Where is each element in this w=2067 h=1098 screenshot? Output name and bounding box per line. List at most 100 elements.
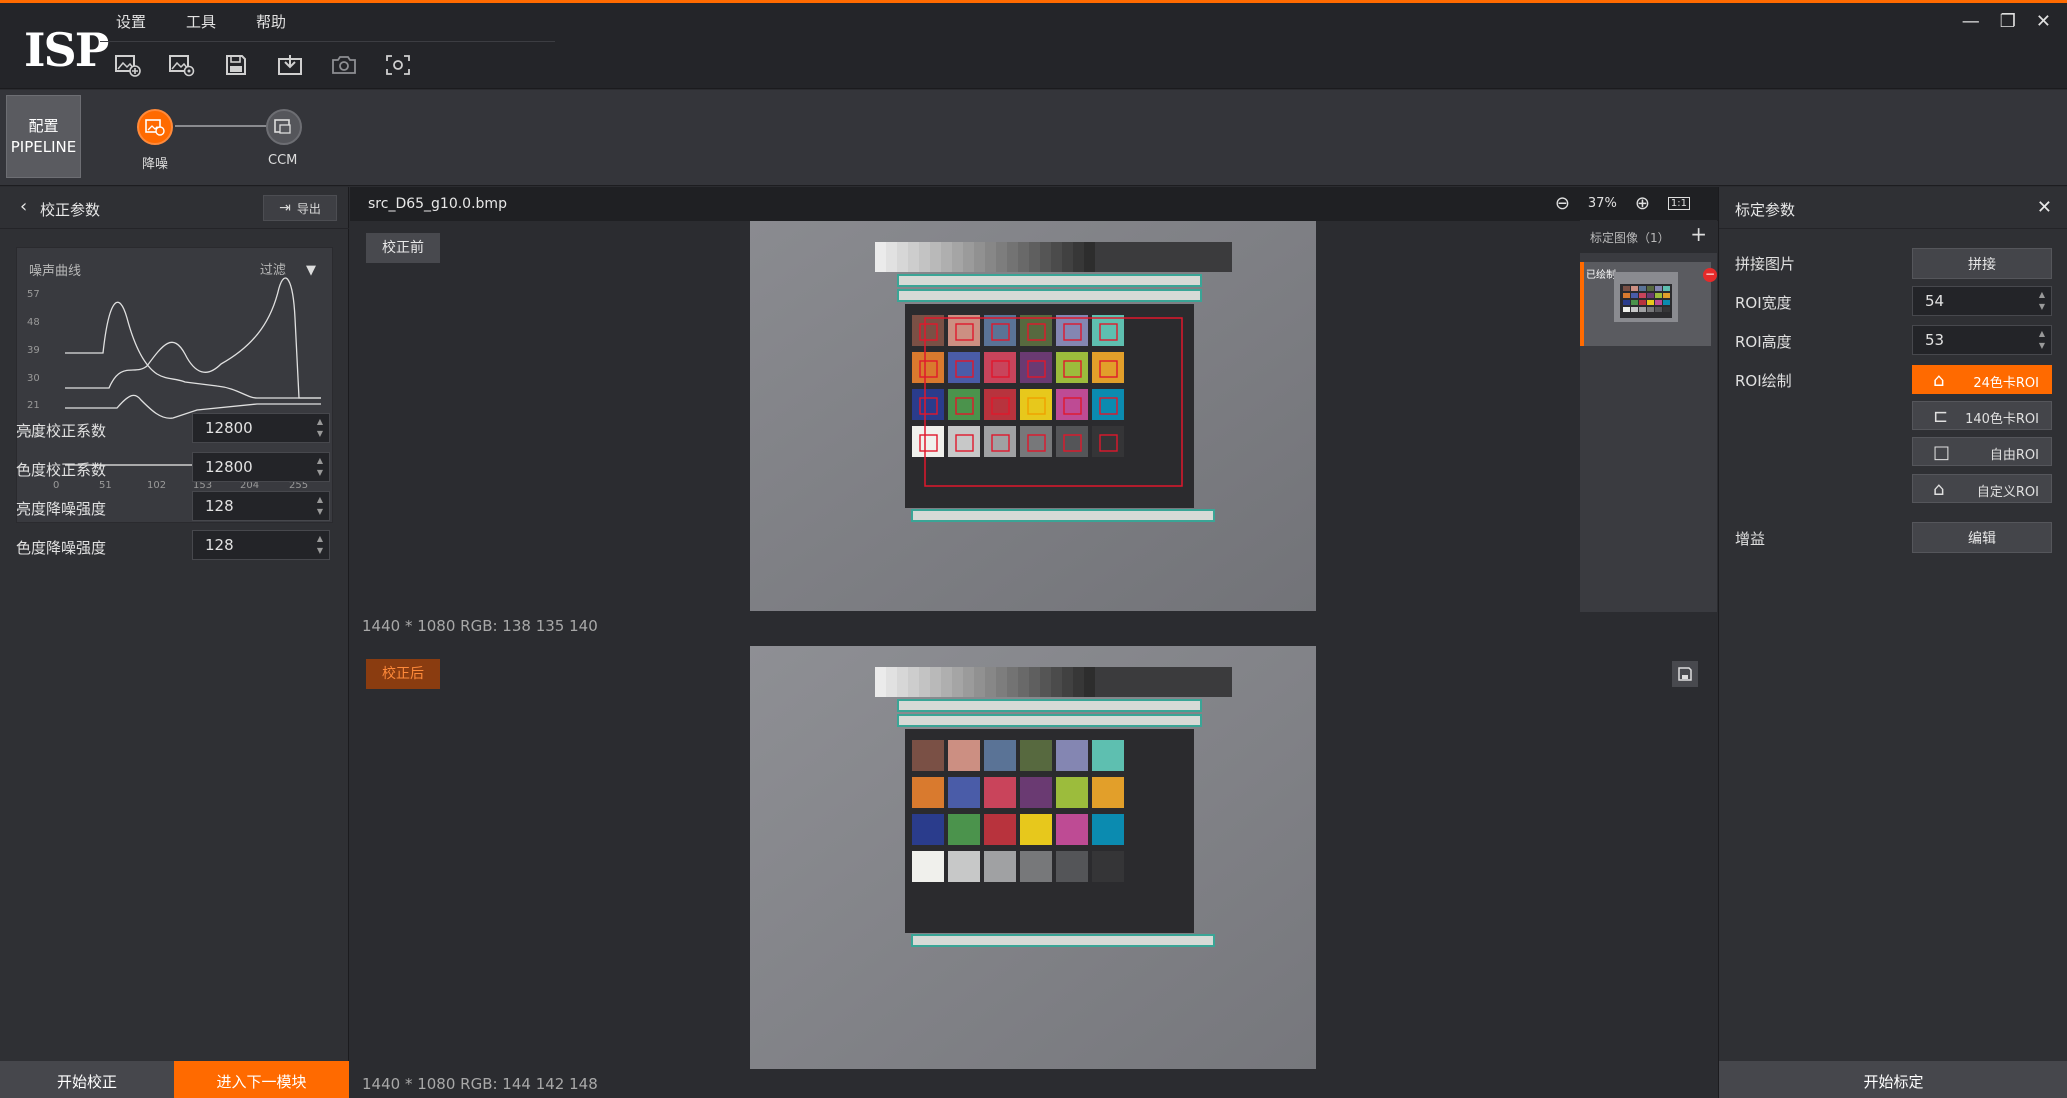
roi-24-button[interactable]: ⌂ 24色卡ROI — [1912, 365, 2052, 394]
chroma-coef-input[interactable]: 12800 ▲ ▼ — [192, 452, 330, 482]
gain-edit-label: 编辑 — [1968, 530, 1996, 547]
param-row-luma-coef: 亮度校正系数 12800 ▲ ▼ — [0, 413, 349, 445]
minimize-icon[interactable]: — — [1962, 11, 1980, 32]
zoom-out-icon[interactable]: ⊖ — [1555, 193, 1570, 214]
checker-patch — [1663, 293, 1670, 298]
capture-icon[interactable] — [382, 49, 414, 81]
grayscale-step — [1062, 667, 1073, 697]
stitch-button[interactable]: 拼接 — [1912, 248, 2052, 279]
save-result-icon[interactable] — [1672, 661, 1698, 687]
close-panel-icon[interactable]: ✕ — [2037, 197, 2052, 218]
roi-custom-label: 自定义ROI — [1976, 485, 2039, 500]
checker-patch — [1092, 814, 1124, 845]
gain-edit-button[interactable]: 编辑 — [1912, 522, 2052, 553]
pipeline-label: PIPELINE — [10, 137, 77, 156]
app-window: ISP 设置 工具 帮助 — ❐ ✕ 配置 PIPELINE 降噪 CCM ‹ … — [0, 0, 2067, 1098]
grayscale-step — [963, 242, 974, 272]
checker-patch — [948, 814, 980, 845]
thumbnail-item[interactable]: 已绘制 − — [1580, 262, 1717, 346]
grayscale-step — [941, 667, 952, 697]
param-row-chroma-strength: 色度降噪强度 128 ▲ ▼ — [0, 530, 349, 562]
zoom-in-icon[interactable]: ⊕ — [1635, 193, 1650, 214]
menu-tools[interactable]: 工具 — [186, 11, 216, 32]
zoom-controls: ⊖ 37% ⊕ 1:1 — [1555, 193, 1690, 214]
grayscale-step — [930, 667, 941, 697]
config-pipeline-button[interactable]: 配置 PIPELINE — [6, 95, 81, 178]
chroma-strength-input[interactable]: 128 ▲ ▼ — [192, 530, 330, 560]
before-tag: 校正前 — [366, 233, 440, 263]
luma-coef-input[interactable]: 12800 ▲ ▼ — [192, 413, 330, 443]
zoom-level: 37% — [1587, 196, 1617, 211]
checker-patch — [1639, 300, 1646, 305]
checker-patch — [1092, 389, 1124, 420]
roi-free-button[interactable]: □ 自由ROI — [1912, 437, 2052, 466]
camera-icon[interactable] — [328, 49, 360, 81]
grayscale-step — [1073, 667, 1084, 697]
import-icon[interactable] — [274, 49, 306, 81]
grayscale-step — [952, 242, 963, 272]
checker-patch — [912, 426, 944, 457]
roi-draw-label: ROI绘制 — [1735, 372, 1792, 390]
next-module-button[interactable]: 进入下一模块 — [174, 1061, 349, 1098]
start-calibration-button[interactable]: 开始标定 — [1719, 1061, 2067, 1098]
save-icon[interactable] — [220, 49, 252, 81]
image-view-area: src_D65_g10.0.bmp ⊖ 37% ⊕ 1:1 校正前 1440 *… — [350, 187, 1718, 1098]
back-icon[interactable]: ‹ — [20, 196, 27, 217]
menu-bar: 设置 工具 帮助 — [116, 11, 286, 32]
open-image-icon[interactable] — [112, 49, 144, 81]
pipeline-node-denoise[interactable] — [137, 109, 173, 145]
pipeline-node-ccm[interactable] — [266, 109, 302, 145]
correction-panel-header: ‹ 校正参数 ⇥ 导出 — [0, 187, 349, 229]
checker-patch — [1655, 293, 1662, 298]
checker-patch — [948, 352, 980, 383]
roi-140-icon: ⊏ — [1933, 406, 1949, 427]
spin-arrows-icon[interactable]: ▲ ▼ — [2039, 328, 2045, 352]
spin-arrows-icon[interactable]: ▲ ▼ — [317, 494, 323, 518]
grayscale-step — [985, 667, 996, 697]
param-label: 亮度校正系数 — [16, 422, 107, 440]
remove-image-icon[interactable]: − — [1703, 268, 1717, 282]
menu-settings[interactable]: 设置 — [116, 11, 146, 32]
roi-width-input[interactable]: 54 ▲ ▼ — [1912, 286, 2052, 316]
after-image[interactable] — [750, 646, 1316, 1069]
checker-patch — [1639, 293, 1646, 298]
checker-patch — [1056, 777, 1088, 808]
checker-patch — [948, 851, 980, 882]
spin-arrows-icon[interactable]: ▲ ▼ — [317, 533, 323, 557]
correction-panel: ‹ 校正参数 ⇥ 导出 噪声曲线 过滤 ▼ 57 48 39 30 21 12 … — [0, 187, 349, 1098]
export-button[interactable]: ⇥ 导出 — [263, 195, 337, 221]
roi-custom-button[interactable]: ⌂ 自定义ROI — [1912, 474, 2052, 503]
grayscale-step — [1051, 667, 1062, 697]
checker-patch — [1020, 315, 1052, 346]
thumbs-title: 标定图像（1） — [1590, 231, 1670, 245]
spin-arrows-icon[interactable]: ▲ ▼ — [2039, 289, 2045, 313]
chroma-strength-value: 128 — [205, 536, 234, 554]
checker-patch — [1663, 300, 1670, 305]
grayscale-step — [908, 667, 919, 697]
stitch-button-label: 拼接 — [1968, 256, 1996, 273]
actual-size-icon[interactable]: 1:1 — [1667, 197, 1690, 210]
luma-strength-input[interactable]: 128 ▲ ▼ — [192, 491, 330, 521]
roi-height-input[interactable]: 53 ▲ ▼ — [1912, 325, 2052, 355]
menu-help[interactable]: 帮助 — [256, 11, 286, 32]
thumbs-header: 标定图像（1） + — [1580, 220, 1717, 253]
checker-patch — [1020, 426, 1052, 457]
spin-arrows-icon[interactable]: ▲ ▼ — [317, 455, 323, 479]
checker-patch — [948, 740, 980, 771]
grayscale-step — [897, 242, 908, 272]
before-image[interactable] — [750, 221, 1316, 611]
add-image-icon[interactable]: + — [1690, 222, 1707, 246]
spin-arrows-icon[interactable]: ▲ ▼ — [317, 416, 323, 440]
menu-divider — [100, 41, 555, 42]
next-module-label: 进入下一模块 — [216, 1072, 307, 1091]
close-icon[interactable]: ✕ — [2036, 11, 2051, 32]
chroma-coef-value: 12800 — [205, 458, 253, 476]
start-correction-button[interactable]: 开始校正 — [0, 1061, 174, 1098]
grayscale-step — [875, 242, 886, 272]
param-label: 色度校正系数 — [16, 461, 107, 479]
image-settings-icon[interactable] — [166, 49, 198, 81]
roi-height-label: ROI高度 — [1735, 333, 1792, 351]
grayscale-step — [886, 242, 897, 272]
roi-140-button[interactable]: ⊏ 140色卡ROI — [1912, 401, 2052, 430]
restore-icon[interactable]: ❐ — [2000, 11, 2016, 32]
